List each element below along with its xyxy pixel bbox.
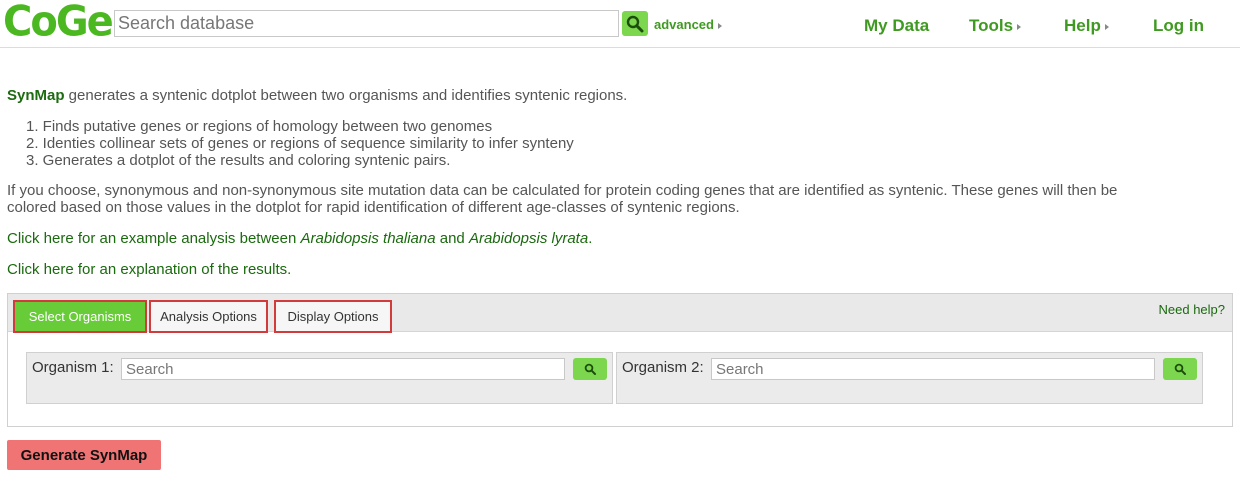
example-analysis-link[interactable]: Click here for an example analysis betwe… bbox=[7, 230, 592, 247]
nav-help-label: Help bbox=[1064, 16, 1101, 35]
organism-b-name: Arabidopsis lyrata bbox=[468, 230, 589, 247]
nav-my-data[interactable]: My Data bbox=[864, 16, 929, 36]
organism-1-search-input[interactable] bbox=[121, 358, 565, 380]
organism-1-search-button[interactable] bbox=[573, 358, 607, 380]
synmap-options-panel: Select Organisms Analysis Options Displa… bbox=[7, 293, 1233, 427]
top-header: CoGe advanced My Data Tools Help Log in bbox=[0, 0, 1240, 48]
explanation-link[interactable]: Click here for an explanation of the res… bbox=[7, 261, 291, 278]
example-prefix: Click here for an example analysis betwe… bbox=[7, 230, 301, 247]
organism-2-box: Organism 2: bbox=[616, 352, 1203, 404]
steps-list: 1. Finds putative genes or regions of ho… bbox=[26, 118, 574, 169]
tab-analysis-options[interactable]: Analysis Options bbox=[149, 300, 268, 333]
list-item: 2. Identies collinear sets of genes or r… bbox=[26, 135, 574, 152]
tab-select-organisms[interactable]: Select Organisms bbox=[13, 300, 147, 333]
magnifier-icon bbox=[1174, 363, 1186, 375]
example-and: and bbox=[435, 230, 469, 247]
mutation-description: If you choose, synonymous and non-synony… bbox=[7, 182, 1118, 216]
nav-tools-label: Tools bbox=[969, 16, 1014, 35]
coge-logo[interactable]: CoGe bbox=[3, 0, 114, 47]
organism-a-name: Arabidopsis thaliana bbox=[300, 230, 436, 247]
organism-2-search-button[interactable] bbox=[1163, 358, 1197, 380]
triangle-right-icon bbox=[717, 22, 722, 29]
database-search-button[interactable] bbox=[622, 11, 648, 36]
list-item: 1. Finds putative genes or regions of ho… bbox=[26, 118, 493, 135]
magnifier-icon bbox=[626, 15, 644, 32]
advanced-label: advanced bbox=[654, 17, 714, 32]
organism-2-label: Organism 2: bbox=[622, 359, 704, 376]
generate-synmap-button[interactable]: Generate SynMap bbox=[7, 440, 161, 470]
list-item: 3. Generates a dotplot of the results an… bbox=[26, 152, 451, 169]
triangle-right-icon bbox=[1017, 23, 1022, 30]
advanced-search-link[interactable]: advanced bbox=[654, 17, 722, 32]
tab-display-options[interactable]: Display Options bbox=[274, 300, 392, 333]
triangle-right-icon bbox=[1104, 23, 1109, 30]
organism-2-search-input[interactable] bbox=[711, 358, 1155, 380]
example-suffix: . bbox=[588, 230, 593, 247]
nav-login[interactable]: Log in bbox=[1153, 16, 1204, 36]
nav-help[interactable]: Help bbox=[1064, 16, 1109, 36]
database-search-input[interactable] bbox=[114, 10, 619, 37]
tab-bar: Select Organisms Analysis Options Displa… bbox=[8, 294, 1232, 333]
intro-description: generates a syntenic dotplot between two… bbox=[64, 87, 628, 104]
synmap-brand: SynMap bbox=[7, 87, 65, 104]
nav-tools[interactable]: Tools bbox=[969, 16, 1022, 36]
organism-1-label: Organism 1: bbox=[32, 359, 114, 376]
need-help-link[interactable]: Need help? bbox=[1159, 302, 1226, 317]
intro-text: SynMap generates a syntenic dotplot betw… bbox=[7, 87, 627, 104]
magnifier-icon bbox=[584, 363, 596, 375]
organism-1-box: Organism 1: bbox=[26, 352, 613, 404]
